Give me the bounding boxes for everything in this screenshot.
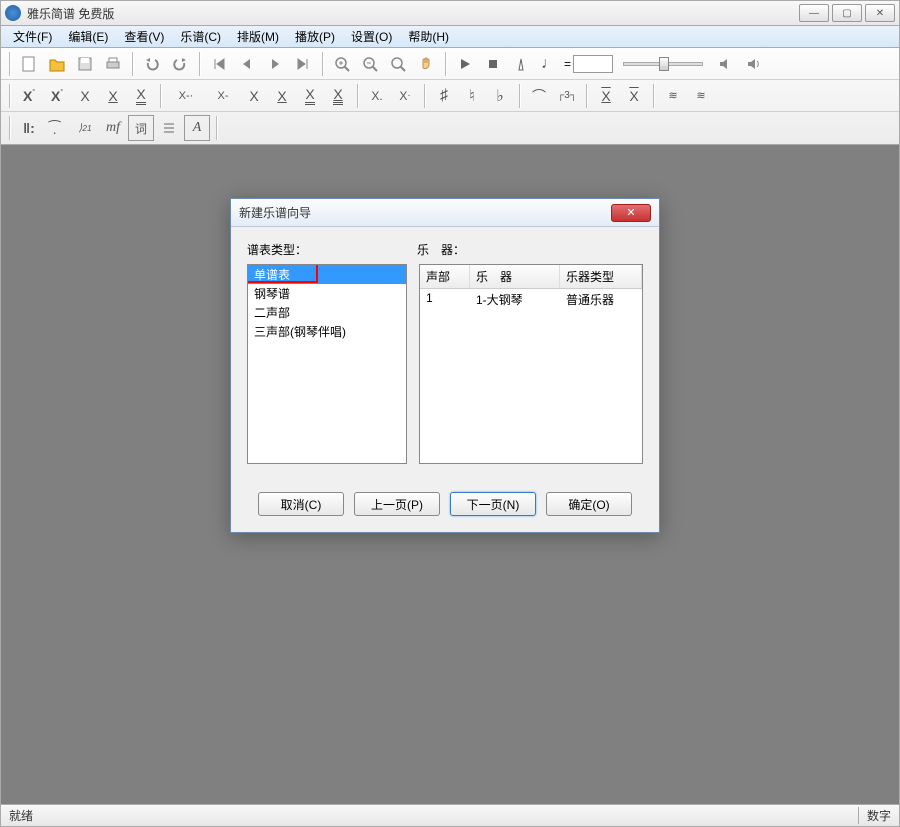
tuplet-icon[interactable]: ┌3┐ [554, 83, 580, 109]
text-icon[interactable] [156, 115, 182, 141]
new-icon[interactable] [16, 51, 42, 77]
slider-thumb-icon[interactable] [659, 57, 669, 71]
metronome-icon[interactable] [508, 51, 534, 77]
print-icon[interactable] [100, 51, 126, 77]
note-xa-icon[interactable]: X [593, 83, 619, 109]
tempo-slider[interactable] [623, 62, 703, 66]
col-type[interactable]: 乐器类型 [560, 265, 642, 288]
stop-icon[interactable] [480, 51, 506, 77]
col-instrument[interactable]: 乐 器 [470, 265, 560, 288]
last-page-icon[interactable] [290, 51, 316, 77]
ornament1-icon[interactable]: ≋ [660, 83, 686, 109]
cell-type: 普通乐器 [560, 289, 642, 310]
dynamics-icon[interactable]: ⟩21 [72, 115, 98, 141]
close-button[interactable]: ✕ [865, 4, 895, 22]
app-title: 雅乐简谱 免费版 [27, 5, 796, 22]
instrument-table[interactable]: 声部 乐 器 乐器类型 1 1-大钢琴 普通乐器 [419, 264, 643, 464]
dialog-titlebar[interactable]: 新建乐谱向导 ✕ [231, 199, 659, 227]
cell-instrument: 1-大钢琴 [470, 289, 560, 310]
ornament2-icon[interactable]: ≋ [688, 83, 714, 109]
mf-icon[interactable]: mf [100, 115, 126, 141]
dialog-close-button[interactable]: ✕ [611, 204, 651, 222]
note-x2-icon[interactable]: X- [44, 83, 70, 109]
note-x9-icon[interactable]: X [269, 83, 295, 109]
table-row[interactable]: 1 1-大钢琴 普通乐器 [420, 289, 642, 310]
titlebar: 雅乐简谱 免费版 — ▢ ✕ [0, 0, 900, 26]
font-icon[interactable]: A [184, 115, 210, 141]
cell-part: 1 [420, 289, 470, 310]
list-item[interactable]: 三声部(钢琴伴唱) [248, 322, 406, 341]
menu-layout[interactable]: 排版(M) [229, 26, 287, 47]
slur-icon[interactable]: ⌒ [526, 83, 552, 109]
note-x10-icon[interactable]: X [297, 83, 323, 109]
natural-icon[interactable]: ♮ [459, 83, 485, 109]
staff-type-label: 谱表类型： [247, 241, 417, 258]
sharp-icon[interactable]: ♯ [431, 83, 457, 109]
status-mode: 数字 [858, 807, 891, 824]
play-icon[interactable] [452, 51, 478, 77]
flat-icon[interactable]: ♭ [487, 83, 513, 109]
toolbars: ♩ = X- X- X X X X-· X- X X X X X. X· ♯ ♮… [0, 48, 900, 145]
note-dot-icon[interactable]: X. [364, 83, 390, 109]
volume-up-icon[interactable] [741, 51, 767, 77]
next-page-icon[interactable] [262, 51, 288, 77]
col-part[interactable]: 声部 [420, 265, 470, 288]
cancel-button[interactable]: 取消(C) [258, 492, 344, 516]
instrument-label: 乐 器： [417, 241, 465, 258]
prev-page-icon[interactable] [234, 51, 260, 77]
note-icon[interactable]: ♩ [536, 51, 562, 77]
menu-file[interactable]: 文件(F) [5, 26, 60, 47]
undo-icon[interactable] [139, 51, 165, 77]
new-score-wizard-dialog: 新建乐谱向导 ✕ 谱表类型： 乐 器： 单谱表 钢琴谱 二声部 三声部(钢琴伴唱… [230, 198, 660, 533]
lyric-icon[interactable]: 词 [128, 115, 154, 141]
statusbar: 就绪 数字 [0, 805, 900, 827]
menu-settings[interactable]: 设置(O) [343, 26, 400, 47]
list-item[interactable]: 单谱表 [248, 265, 406, 284]
zoom-in-icon[interactable] [329, 51, 355, 77]
save-icon[interactable] [72, 51, 98, 77]
note-x4-icon[interactable]: X [100, 83, 126, 109]
menu-score[interactable]: 乐谱(C) [172, 26, 229, 47]
menu-view[interactable]: 查看(V) [116, 26, 172, 47]
zoom-fit-icon[interactable] [385, 51, 411, 77]
status-text: 就绪 [9, 807, 858, 824]
hand-icon[interactable] [413, 51, 439, 77]
toolbar-row-1: ♩ = [1, 48, 899, 80]
redo-icon[interactable] [167, 51, 193, 77]
toolbar-row-2: X- X- X X X X-· X- X X X X X. X· ♯ ♮ ♭ ⌒… [1, 80, 899, 112]
maximize-button[interactable]: ▢ [832, 4, 862, 22]
note-xb-icon[interactable]: X [621, 83, 647, 109]
tempo-input[interactable] [573, 55, 613, 73]
menu-play[interactable]: 播放(P) [287, 26, 343, 47]
open-icon[interactable] [44, 51, 70, 77]
fermata-icon[interactable]: ⁀· [44, 115, 70, 141]
ok-button[interactable]: 确定(O) [546, 492, 632, 516]
note-x8-icon[interactable]: X [241, 83, 267, 109]
toolbar-row-3: ‖: ⁀· ⟩21 mf 词 A [1, 112, 899, 144]
note-x1-icon[interactable]: X- [16, 83, 42, 109]
note-dash-icon[interactable]: X· [392, 83, 418, 109]
note-x6-icon[interactable]: X-· [167, 83, 205, 109]
next-page-button[interactable]: 下一页(N) [450, 492, 536, 516]
volume-down-icon[interactable] [713, 51, 739, 77]
note-x3-icon[interactable]: X [72, 83, 98, 109]
app-icon [5, 5, 21, 21]
equals-label: = [564, 57, 571, 71]
menu-help[interactable]: 帮助(H) [400, 26, 457, 47]
zoom-out-icon[interactable] [357, 51, 383, 77]
list-item[interactable]: 二声部 [248, 303, 406, 322]
staff-type-list[interactable]: 单谱表 钢琴谱 二声部 三声部(钢琴伴唱) [247, 264, 407, 464]
note-x7-icon[interactable]: X- [207, 83, 239, 109]
dialog-title: 新建乐谱向导 [239, 204, 611, 221]
note-x5-icon[interactable]: X [128, 83, 154, 109]
barline-icon[interactable]: ‖: [16, 115, 42, 141]
minimize-button[interactable]: — [799, 4, 829, 22]
note-x11-icon[interactable]: X [325, 83, 351, 109]
menu-edit[interactable]: 编辑(E) [60, 26, 116, 47]
first-page-icon[interactable] [206, 51, 232, 77]
prev-page-button[interactable]: 上一页(P) [354, 492, 440, 516]
menubar: 文件(F) 编辑(E) 查看(V) 乐谱(C) 排版(M) 播放(P) 设置(O… [0, 26, 900, 48]
list-item[interactable]: 钢琴谱 [248, 284, 406, 303]
